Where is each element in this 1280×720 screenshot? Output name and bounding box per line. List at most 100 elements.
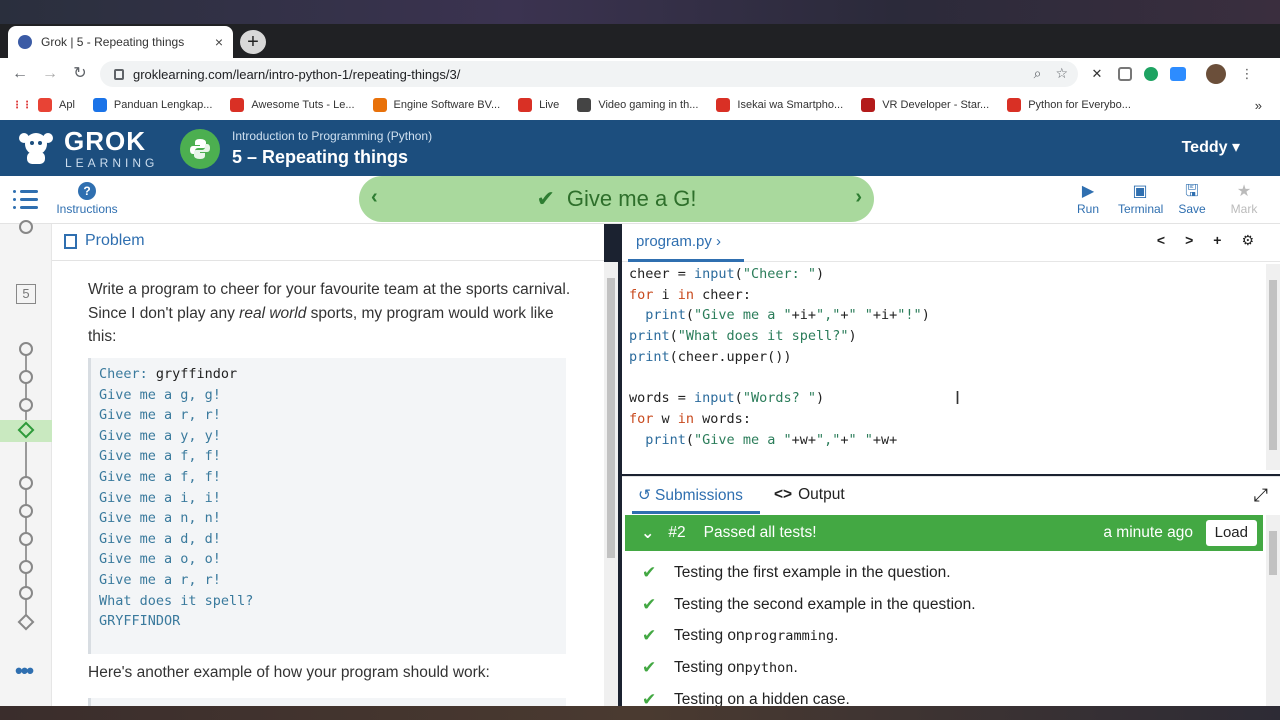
list-menu-icon[interactable] [13, 190, 38, 214]
scrollbar-thumb[interactable] [1269, 280, 1277, 450]
zoom-icon[interactable]: ⌕ [1034, 65, 1042, 82]
code-area[interactable]: cheer = input("Cheer: ") for i in cheer: … [629, 264, 930, 450]
bookmark-item[interactable]: VR Developer - Star... [861, 98, 989, 112]
mark-label: Mark [1230, 202, 1258, 216]
file-tab[interactable]: program.py › [636, 233, 721, 250]
forward-icon[interactable]: → [40, 64, 60, 84]
rail-step-dot[interactable] [19, 586, 33, 600]
code-token: "," [815, 431, 841, 448]
bookmark-star-icon[interactable]: ☆ [1055, 65, 1068, 82]
submissions-tab[interactable]: ↺ Submissions [638, 486, 743, 505]
new-tab-button[interactable]: + [240, 30, 266, 54]
back-icon[interactable]: ← [10, 64, 30, 84]
zoom-extension-icon[interactable] [1170, 67, 1186, 81]
code-line: cheer = input("Cheer: ") [629, 264, 930, 285]
another-example-text: Here's another example of how your progr… [88, 664, 490, 681]
editor-scrollbar[interactable] [1266, 264, 1280, 470]
rail-step-dot[interactable] [19, 398, 33, 412]
submissions-scrollbar[interactable] [1266, 515, 1280, 707]
example-output-line: Give me a y, y! [99, 427, 221, 444]
reload-icon[interactable]: ↻ [70, 64, 90, 84]
more-bookmarks-icon[interactable]: » [1255, 98, 1262, 113]
code-token: "Give me a " [694, 431, 792, 448]
bookmark-label: Panduan Lengkap... [113, 99, 213, 111]
problem-scrollbar[interactable] [604, 262, 618, 706]
profile-avatar-icon[interactable] [1206, 64, 1226, 84]
bookmark-label: Live [539, 99, 560, 111]
tab-extension-icon[interactable] [1118, 67, 1132, 81]
add-file-icon[interactable]: + [1213, 232, 1221, 249]
code-line: print(cheer.upper()) [629, 347, 930, 368]
instructions-button[interactable]: ? Instructions [54, 182, 120, 216]
output-tab[interactable]: <> Output [774, 486, 845, 504]
code-token: " " [848, 307, 873, 324]
module-title[interactable]: 5 – Repeating things [232, 147, 408, 168]
expand-icon[interactable]: ⤢ [1254, 485, 1268, 506]
address-bar[interactable]: groklearning.com/learn/intro-python-1/re… [100, 61, 1078, 87]
run-button[interactable]: ▶ Run [1066, 182, 1110, 216]
bookmark-item[interactable]: Panduan Lengkap... [92, 98, 213, 112]
grok-logo-icon[interactable] [16, 128, 56, 168]
second-example-block [88, 698, 566, 706]
chevron-down-icon[interactable]: ⌄ [641, 523, 654, 543]
bookmark-label: Engine Software BV... [393, 99, 501, 111]
rail-step-dot[interactable] [19, 220, 33, 234]
example-output-line: Give me a i, i! [99, 489, 221, 506]
more-steps-icon[interactable]: ••• [15, 658, 34, 684]
rail-step-dot[interactable] [19, 342, 33, 356]
example-output-line: GRYFFINDOR [99, 613, 181, 630]
load-button[interactable]: Load [1205, 520, 1257, 546]
next-problem-icon[interactable]: › [855, 186, 862, 209]
rail-section-number[interactable]: 5 [16, 284, 36, 304]
course-title[interactable]: Introduction to Programming (Python) [232, 129, 432, 143]
code-token: "," [815, 307, 841, 324]
bookmark-label: Apl [59, 99, 75, 111]
previous-problem-icon[interactable]: ‹ [371, 186, 378, 209]
current-step-diamond-icon [17, 421, 35, 439]
user-menu[interactable]: Teddy ▾ [1182, 137, 1240, 157]
code-token: "Words? " [742, 390, 816, 407]
example-output-line: Give me a n, n! [99, 510, 221, 527]
bookmark-item[interactable]: Awesome Tuts - Le... [230, 98, 355, 112]
rail-current-step[interactable] [0, 420, 52, 442]
bookmark-item[interactable]: Engine Software BV... [372, 98, 501, 112]
play-icon: ▶ [1081, 183, 1095, 200]
browser-menu-icon[interactable]: ⋮ [1238, 65, 1256, 83]
code-line: print("What does it spell?") [629, 326, 930, 347]
rail-step-dot[interactable] [19, 560, 33, 574]
close-tab-icon[interactable]: × [215, 34, 223, 50]
problem-tab[interactable]: Problem [64, 232, 145, 250]
x-extension-icon[interactable]: ✕ [1088, 65, 1106, 83]
settings-gear-icon[interactable]: ⚙ [1241, 232, 1254, 249]
terminal-icon: ▣ [1132, 183, 1148, 200]
rail-step-dot[interactable] [19, 532, 33, 546]
rail-step-diamond[interactable] [17, 613, 35, 631]
bookmark-item[interactable]: Python for Everybo... [1007, 98, 1131, 112]
green-extension-icon[interactable] [1144, 67, 1158, 81]
browser-tab[interactable]: Grok | 5 - Repeating things × [8, 26, 233, 58]
rail-step-dot[interactable] [19, 504, 33, 518]
rail-step-dot[interactable] [19, 370, 33, 384]
code-token: words = [629, 390, 695, 407]
bookmark-favicon-icon [861, 98, 876, 112]
code-line: print("Give me a "+i+","+" "+i+"!") [629, 305, 930, 326]
example-output-line: Give me a r, r! [99, 407, 221, 424]
save-button[interactable]: 🖫 Save [1170, 182, 1214, 216]
bookmark-item[interactable]: Apl [38, 98, 75, 112]
bookmark-item[interactable]: Isekai wa Smartpho... [716, 98, 843, 112]
bookmark-favicon-icon [92, 98, 107, 112]
previous-file-icon[interactable]: < [1157, 232, 1165, 249]
rail-step-dot[interactable] [19, 476, 33, 490]
submission-result-bar[interactable]: ⌄ #2 Passed all tests! a minute ago Load [625, 515, 1263, 551]
scrollbar-thumb[interactable] [1269, 531, 1277, 575]
scrollbar-thumb[interactable] [607, 278, 615, 558]
next-file-icon[interactable]: > [1185, 232, 1193, 249]
bookmark-item[interactable]: Video gaming in th... [577, 98, 698, 112]
bookmark-label: Awesome Tuts - Le... [251, 99, 355, 111]
terminal-button[interactable]: ▣ Terminal [1118, 182, 1163, 216]
bookmark-item[interactable]: Live [518, 98, 559, 112]
code-token: in [677, 410, 695, 427]
code-token: ) [848, 328, 857, 345]
apps-grid-icon[interactable]: ⋮⋮ [12, 100, 32, 111]
